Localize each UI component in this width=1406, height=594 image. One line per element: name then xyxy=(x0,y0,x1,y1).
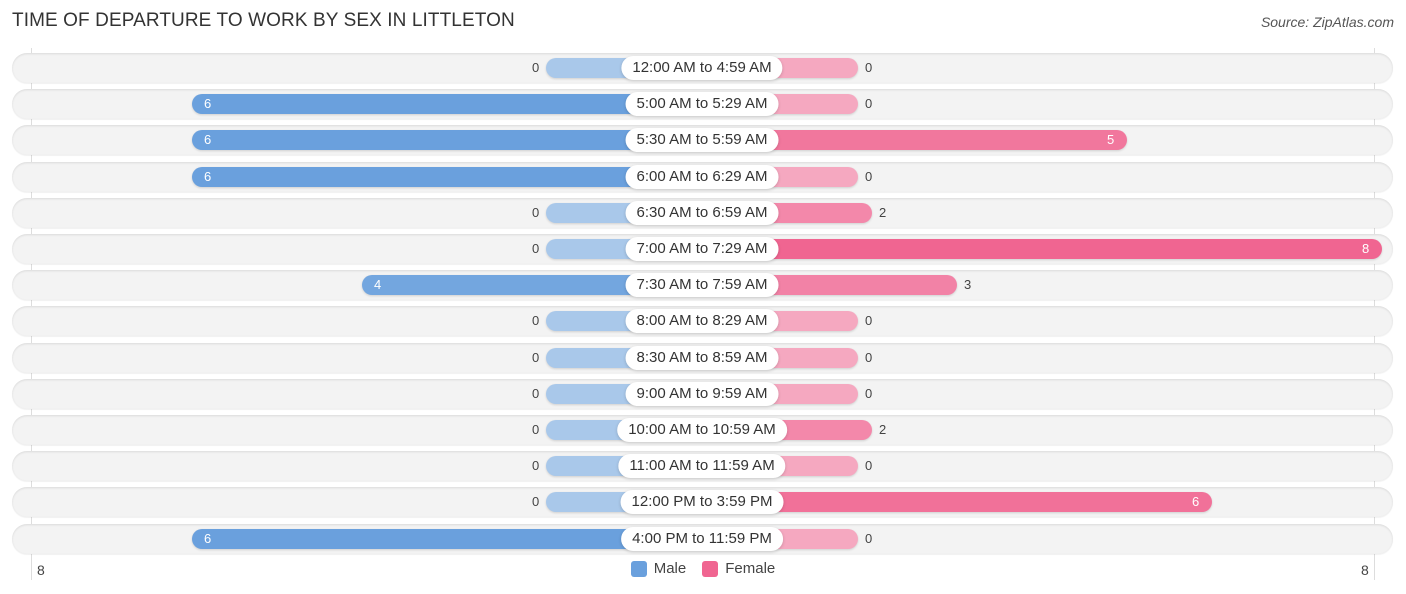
category-label: 8:00 AM to 8:29 AM xyxy=(625,309,779,334)
data-label-male: 6 xyxy=(204,96,212,112)
data-label-male: 0 xyxy=(532,349,540,365)
category-label: 6:00 AM to 6:29 AM xyxy=(625,164,779,189)
legend: Male Female xyxy=(0,560,1406,577)
category-label: 10:00 AM to 10:59 AM xyxy=(617,418,787,442)
category-label: 12:00 PM to 3:59 PM xyxy=(620,490,784,515)
legend-label-female: Female xyxy=(725,560,776,577)
data-label-female: 0 xyxy=(865,60,873,75)
data-label-male: 4 xyxy=(374,277,382,293)
category-label: 6:30 AM to 6:59 AM xyxy=(625,200,779,225)
data-label-female: 0 xyxy=(865,530,873,546)
data-label-female: 0 xyxy=(865,168,873,184)
data-label-male: 0 xyxy=(532,313,540,329)
data-label-male: 0 xyxy=(532,60,540,75)
data-label-female: 2 xyxy=(879,422,887,437)
data-label-male: 6 xyxy=(204,530,212,546)
category-label: 11:00 AM to 11:59 AM xyxy=(618,454,786,479)
legend-swatch-male xyxy=(630,560,647,577)
data-label-male: 0 xyxy=(532,494,540,510)
category-label: 12:00 AM to 4:59 AM xyxy=(621,56,783,80)
legend-item-female[interactable]: Female xyxy=(702,560,775,577)
category-label: 8:30 AM to 8:59 AM xyxy=(625,345,779,370)
data-label-female: 3 xyxy=(964,277,972,293)
data-label-male: 0 xyxy=(532,422,540,437)
category-label: 4:00 PM to 11:59 PM xyxy=(621,526,783,551)
legend-item-male[interactable]: Male xyxy=(630,560,687,577)
data-label-female: 0 xyxy=(865,96,873,112)
legend-label-male: Male xyxy=(653,560,687,577)
category-label: 5:00 AM to 5:29 AM xyxy=(625,92,779,117)
data-label-male: 6 xyxy=(204,168,212,184)
chart-title: TIME OF DEPARTURE TO WORK BY SEX IN LITT… xyxy=(12,10,515,31)
data-label-male: 0 xyxy=(532,204,540,220)
bar-female[interactable] xyxy=(702,239,1382,259)
data-label-female: 8 xyxy=(1362,241,1370,256)
source-credit: Source: ZipAtlas.com xyxy=(1260,14,1394,30)
data-label-female: 6 xyxy=(1192,494,1200,510)
category-label: 7:00 AM to 7:29 AM xyxy=(625,237,779,261)
category-label: 5:30 AM to 5:59 AM xyxy=(625,128,779,153)
legend-swatch-female xyxy=(702,560,719,577)
category-label: 9:00 AM to 9:59 AM xyxy=(625,381,779,406)
category-label: 7:30 AM to 7:59 AM xyxy=(625,273,779,298)
data-label-female: 5 xyxy=(1107,132,1115,148)
data-label-female: 2 xyxy=(879,204,887,220)
data-label-female: 0 xyxy=(865,313,873,329)
data-label-female: 0 xyxy=(865,385,873,401)
data-label-female: 0 xyxy=(865,458,873,474)
data-label-male: 0 xyxy=(532,241,540,256)
data-label-female: 0 xyxy=(865,349,873,365)
data-label-male: 6 xyxy=(204,132,212,148)
data-label-male: 0 xyxy=(532,385,540,401)
data-label-male: 0 xyxy=(532,458,540,474)
